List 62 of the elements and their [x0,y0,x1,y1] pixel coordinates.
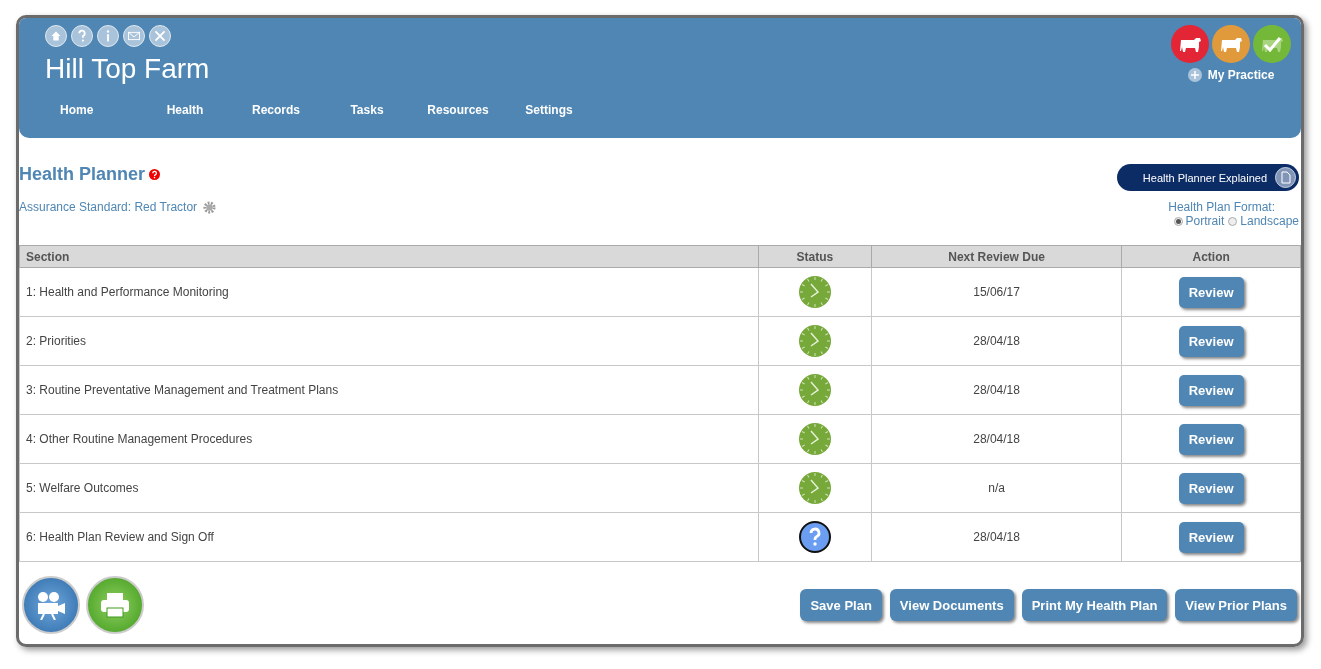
review-button[interactable]: Review [1178,521,1244,553]
section-cell: 3: Routine Preventative Management and Treatment Plans [19,365,759,415]
document-icon [1275,167,1296,188]
section-cell: 6: Health Plan Review and Sign Off [19,512,759,562]
footer-button[interactable]: Print My Health Plan [1021,589,1168,621]
plus-icon[interactable] [1187,68,1202,82]
review-button[interactable]: Review [1178,423,1244,455]
review-button[interactable]: Review [1178,472,1244,504]
radio-button[interactable] [1228,216,1238,226]
footer-button[interactable]: View Documents [889,589,1014,621]
section-cell: 1: Health and Performance Monitoring [19,267,759,317]
help-icon[interactable] [149,169,161,180]
date-cell: 15/06/17 [871,267,1122,317]
date-cell: 28/04/18 [871,365,1122,415]
nav-link[interactable]: Home [45,99,140,121]
info-icon[interactable] [97,25,119,47]
nav-link[interactable]: Tasks [321,99,413,121]
footer-button[interactable]: Save Plan [800,589,882,621]
cow-badge[interactable] [1212,25,1250,63]
review-button[interactable]: Review [1178,374,1244,406]
close-icon[interactable] [149,25,171,47]
help-icon[interactable] [71,25,93,47]
nav-link[interactable]: Health [139,99,231,121]
clock-icon [798,472,831,504]
footer-button[interactable]: View Prior Plans [1175,589,1297,621]
assurance-standard: Assurance Standard: Red Tractor [19,200,198,214]
cow-badge[interactable] [1171,25,1209,63]
nav-link[interactable]: Settings [503,99,595,121]
section-cell: 5: Welfare Outcomes [19,463,759,513]
clock-icon [798,423,831,455]
column-header: Next Review Due [871,245,1122,268]
column-header: Section [19,245,759,268]
review-button[interactable]: Review [1178,325,1244,357]
date-cell: n/a [871,463,1122,513]
mail-icon[interactable] [123,25,145,47]
format-option[interactable]: Portrait [1185,214,1225,228]
question-icon [798,521,831,553]
radio-button[interactable] [1173,216,1183,226]
printer-icon[interactable] [86,576,144,634]
health-planner-explained-button[interactable]: Health Planner Explained [1116,164,1299,191]
section-cell: 2: Priorities [19,316,759,366]
column-header: Status [758,245,872,268]
format-label: Health Plan Format: [1168,200,1275,214]
nav-link[interactable]: Records [230,99,322,121]
review-button[interactable]: Review [1178,276,1244,308]
cow-check-badge[interactable] [1253,25,1291,63]
date-cell: 28/04/18 [871,414,1122,464]
my-practice-link[interactable]: My Practice [1207,68,1275,82]
section-cell: 4: Other Routine Management Procedures [19,414,759,464]
video-camera-icon[interactable] [22,576,80,634]
clock-icon [798,374,831,406]
home-icon[interactable] [45,25,67,47]
date-cell: 28/04/18 [871,316,1122,366]
column-header: Action [1121,245,1301,268]
clock-icon [798,325,831,357]
format-option[interactable]: Landscape [1240,214,1299,228]
farm-name: Hill Top Farm [45,53,211,85]
clock-icon [798,276,831,308]
date-cell: 28/04/18 [871,512,1122,562]
page-title: Health Planner [19,164,146,185]
settings-icon[interactable] [203,200,217,214]
nav-link[interactable]: Resources [412,99,504,121]
